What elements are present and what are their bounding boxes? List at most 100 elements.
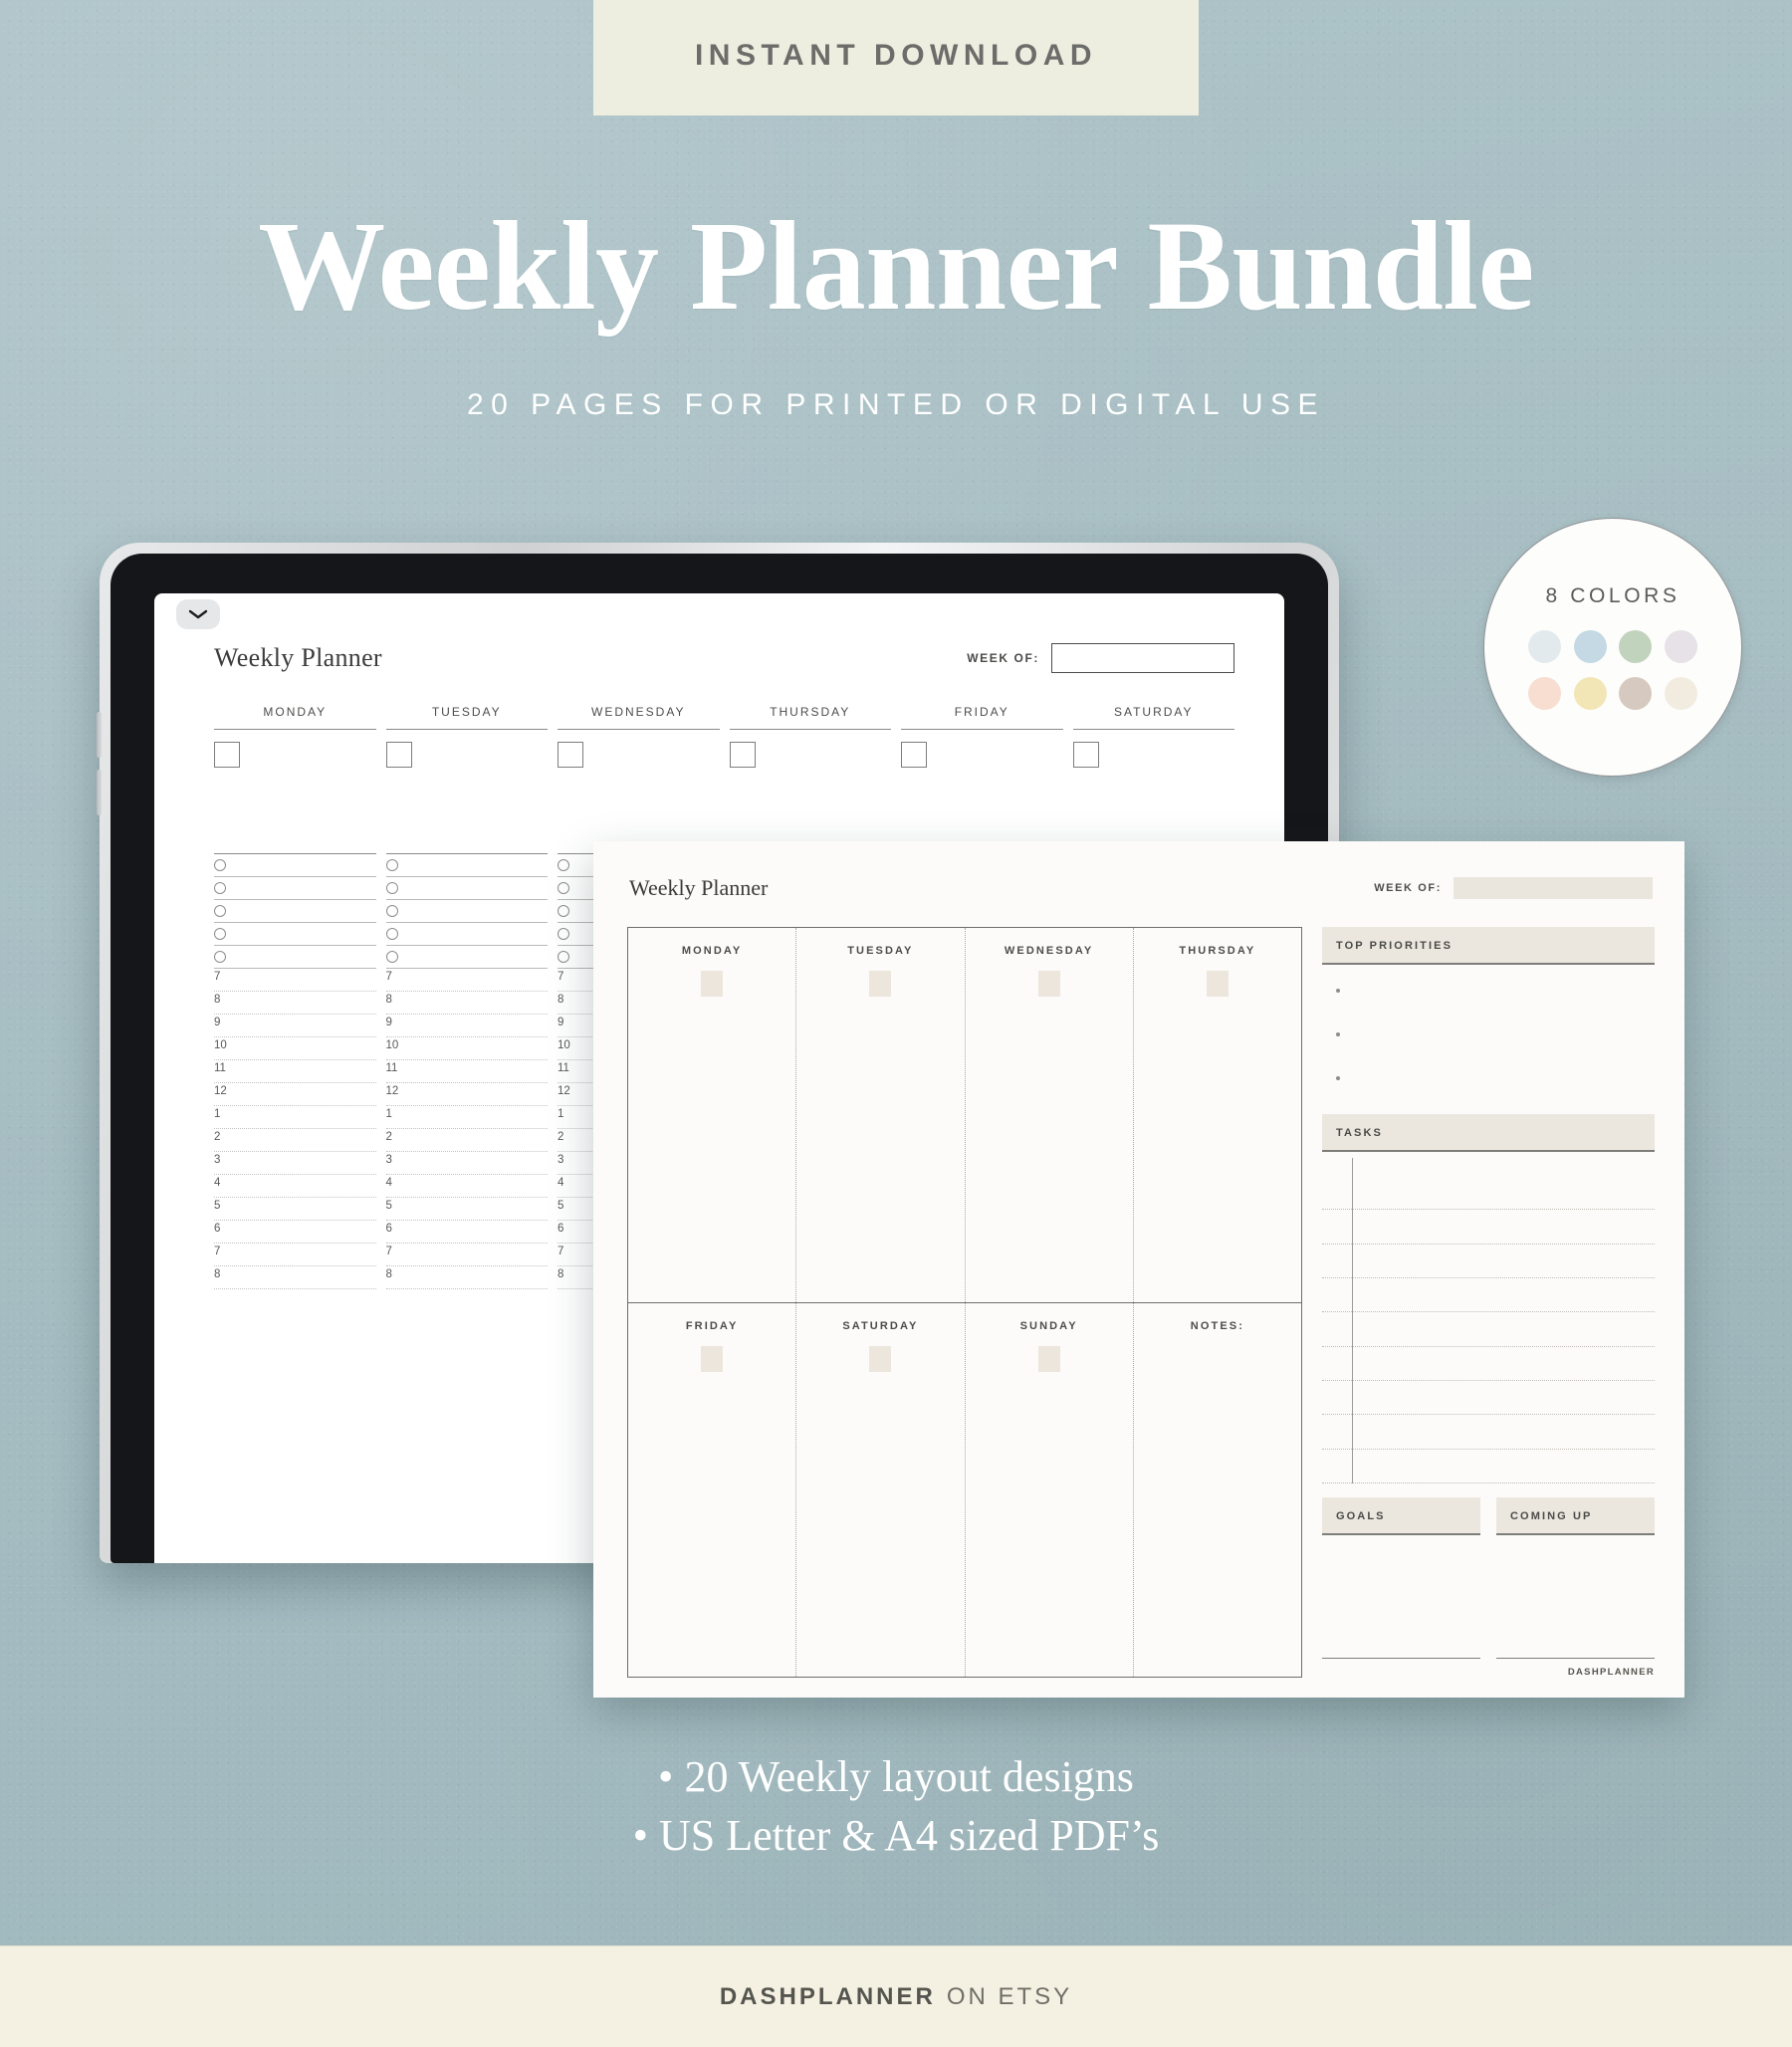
tablet-hour-row[interactable]: 7 [214, 969, 376, 992]
tasks-label: TASKS [1336, 1127, 1383, 1139]
tablet-hour-row[interactable]: 5 [214, 1198, 376, 1221]
tablet-day-checkbox[interactable] [214, 742, 240, 768]
tablet-day-checkbox[interactable] [901, 742, 927, 768]
day-cell[interactable]: TUESDAY [796, 928, 966, 1302]
task-line[interactable] [1322, 1278, 1655, 1313]
bullet-dot-icon [1336, 989, 1340, 993]
tablet-bullet-row[interactable] [214, 854, 376, 877]
tablet-hour-row[interactable]: 12 [214, 1083, 376, 1106]
day-cell[interactable]: SATURDAY [796, 1302, 966, 1677]
day-cell-label: MONDAY [681, 945, 743, 957]
tablet-day-rule [385, 729, 548, 730]
tablet-day-name: WEDNESDAY [591, 705, 686, 719]
tablet-page-header: Weekly Planner WEEK OF: [192, 643, 1250, 673]
priority-row[interactable] [1322, 1076, 1655, 1114]
task-line[interactable] [1322, 1176, 1655, 1211]
tablet-hour-row[interactable]: 1 [214, 1106, 376, 1129]
tablet-hour-row[interactable]: 9 [214, 1015, 376, 1037]
tablet-hour-row[interactable]: 2 [214, 1129, 376, 1152]
tablet-hour-row[interactable]: 8 [214, 992, 376, 1015]
chevron-down-icon[interactable] [176, 599, 220, 629]
priority-row[interactable] [1322, 1032, 1655, 1070]
printable-planner-page: Weekly Planner WEEK OF: MONDAY TUESDAY WED… [593, 841, 1684, 1698]
day-cell-marker [1037, 1345, 1060, 1372]
tablet-hour-row[interactable]: 1 [385, 1106, 548, 1129]
tablet-hour-row[interactable]: 8 [385, 1266, 548, 1289]
bullet-dot-icon [1336, 1032, 1340, 1036]
circle-bullet-icon [214, 905, 226, 917]
tablet-hour-label: 2 [214, 1131, 221, 1143]
tablet-hour-row[interactable]: 12 [385, 1083, 548, 1106]
tablet-hour-row[interactable]: 6 [385, 1221, 548, 1244]
coming-up-write-area[interactable] [1496, 1535, 1655, 1659]
day-cell[interactable]: MONDAY [628, 928, 797, 1302]
tablet-bullet-row[interactable] [214, 946, 376, 969]
tablet-hour-row[interactable]: 5 [385, 1198, 548, 1221]
tablet-bullet-row[interactable] [385, 900, 548, 923]
tablet-bullet-row[interactable] [214, 900, 376, 923]
tablet-bullet-row[interactable] [385, 854, 548, 877]
task-line[interactable] [1322, 1381, 1655, 1416]
tablet-day-checkbox[interactable] [385, 742, 412, 768]
tablet-day-column: 78910111212345678 [385, 853, 548, 1289]
tablet-hour-label: 12 [214, 1085, 227, 1097]
tablet-hour-row[interactable]: 2 [385, 1129, 548, 1152]
tablet-hour-row[interactable]: 6 [214, 1221, 376, 1244]
tablet-hour-row[interactable]: 10 [385, 1037, 548, 1060]
color-swatch-peach [1528, 677, 1562, 710]
tasks-area[interactable] [1322, 1158, 1655, 1483]
tablet-hour-row[interactable]: 9 [385, 1015, 548, 1037]
tablet-hour-row[interactable]: 8 [214, 1266, 376, 1289]
day-cell-label: NOTES: [1190, 1319, 1244, 1332]
circle-bullet-icon [214, 859, 226, 871]
goals-label: GOALS [1336, 1510, 1386, 1522]
tablet-day-rule [214, 729, 376, 730]
tablet-hour-label: 8 [558, 994, 564, 1006]
tablet-hour-row[interactable]: 7 [385, 1244, 548, 1266]
tablet-day-checkbox[interactable] [1072, 742, 1099, 768]
tablet-hour-row[interactable]: 10 [214, 1037, 376, 1060]
day-cell[interactable]: WEDNESDAY [966, 928, 1134, 1302]
task-line[interactable] [1322, 1312, 1655, 1347]
tablet-hour-row[interactable]: 3 [214, 1152, 376, 1175]
tablet-hour-row[interactable]: 7 [214, 1244, 376, 1266]
tablet-bullet-row[interactable] [385, 923, 548, 946]
tablet-day-rule [901, 729, 1063, 730]
feature-list: • 20 Weekly layout designs • US Letter &… [0, 1747, 1792, 1866]
task-line[interactable] [1322, 1450, 1655, 1483]
tablet-hour-row[interactable]: 11 [214, 1060, 376, 1083]
day-cell[interactable]: FRIDAY [628, 1302, 797, 1677]
goals-section: GOALS [1322, 1497, 1480, 1659]
tablet-week-of-input[interactable] [1051, 643, 1234, 673]
tablet-hour-row[interactable]: 4 [214, 1175, 376, 1198]
task-line[interactable] [1322, 1415, 1655, 1450]
task-line[interactable] [1322, 1210, 1655, 1245]
day-cell-label: SATURDAY [842, 1319, 919, 1332]
front-page-title: Weekly Planner [629, 875, 769, 900]
tablet-day-checkbox[interactable] [558, 742, 583, 768]
task-line[interactable] [1322, 1245, 1655, 1278]
day-cell[interactable]: SUNDAY [966, 1302, 1134, 1677]
tablet-hour-row[interactable]: 3 [385, 1152, 548, 1175]
goals-write-area[interactable] [1322, 1535, 1480, 1659]
day-cell-label: FRIDAY [685, 1319, 739, 1332]
tablet-bullet-row[interactable] [214, 923, 376, 946]
tablet-hour-row[interactable]: 11 [385, 1060, 548, 1083]
day-cell-marker [869, 1345, 892, 1372]
priority-row[interactable] [1322, 989, 1655, 1026]
top-priorities-header: TOP PRIORITIES [1322, 927, 1655, 965]
tablet-hour-row[interactable]: 8 [385, 992, 548, 1015]
front-week-of-input[interactable] [1454, 877, 1653, 899]
task-line[interactable] [1322, 1347, 1655, 1381]
tablet-bullet-row[interactable] [385, 946, 548, 969]
feature-item: • US Letter & A4 sized PDF’s [632, 1811, 1160, 1861]
tablet-day-checkbox[interactable] [729, 742, 756, 768]
day-cell[interactable]: NOTES: [1134, 1303, 1301, 1678]
tablet-bullet-row[interactable] [385, 877, 548, 900]
tablet-hour-row[interactable]: 4 [385, 1175, 548, 1198]
front-week-of-group: WEEK OF: [1374, 877, 1653, 899]
day-cell[interactable]: THURSDAY [1134, 928, 1301, 1302]
tablet-bullet-row[interactable] [214, 877, 376, 900]
tablet-hour-row[interactable]: 7 [385, 969, 548, 992]
tablet-hour-label: 8 [214, 994, 221, 1006]
